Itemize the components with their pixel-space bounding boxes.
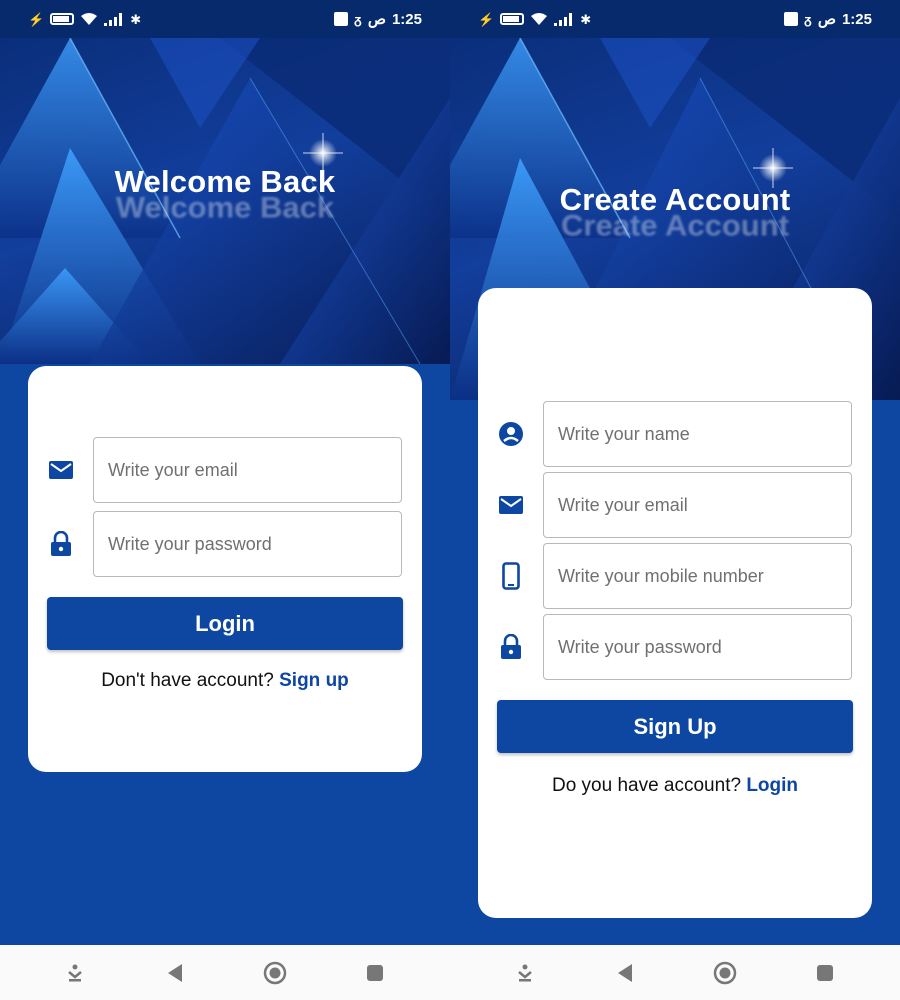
nav-down-icon[interactable] xyxy=(500,953,550,993)
charging-icon: ⚡ xyxy=(28,11,45,27)
status-arabic-indicator: ص xyxy=(367,11,386,28)
status-time: 1:25 xyxy=(841,10,872,28)
wifi-icon xyxy=(81,13,98,25)
password-field[interactable] xyxy=(543,614,852,680)
name-field[interactable] xyxy=(543,401,852,467)
email-field[interactable] xyxy=(543,472,852,538)
email-field[interactable] xyxy=(93,437,402,503)
navigation-bar xyxy=(450,945,900,1000)
password-row xyxy=(46,511,402,577)
login-link[interactable]: Login xyxy=(746,775,798,796)
account-circle-icon xyxy=(496,419,526,449)
charging-icon: ⚡ xyxy=(478,11,495,27)
mobile-row xyxy=(496,543,852,609)
wifi-icon xyxy=(531,13,548,25)
recents-icon[interactable] xyxy=(800,953,850,993)
notification-icon xyxy=(333,12,348,26)
login-prompt-text: Do you have account? xyxy=(551,775,742,796)
nav-down-icon[interactable] xyxy=(50,953,100,993)
home-icon[interactable] xyxy=(700,953,750,993)
mobile-field[interactable] xyxy=(543,543,852,609)
notification-icon xyxy=(783,12,798,26)
phone-icon xyxy=(496,561,526,591)
signup-card: Sign Up Do you have account? Login xyxy=(478,288,872,918)
back-icon[interactable] xyxy=(150,953,200,993)
signup-button[interactable]: Sign Up xyxy=(497,700,853,753)
sim-icon: ᵹ xyxy=(803,11,812,27)
signal-icon xyxy=(104,12,123,26)
sim-icon: ᵹ xyxy=(353,11,362,27)
name-row xyxy=(496,401,852,467)
status-time: 1:25 xyxy=(391,10,422,28)
home-icon[interactable] xyxy=(250,953,300,993)
lock-icon xyxy=(496,632,526,662)
page-title-reflection: Welcome Back xyxy=(115,190,335,225)
mail-icon xyxy=(46,455,76,485)
battery-icon xyxy=(50,13,75,25)
battery-icon xyxy=(500,13,525,25)
status-bar: ⚡ ✱ ᵹ ص 1:25 xyxy=(0,0,450,38)
signup-link[interactable]: Sign up xyxy=(279,670,349,691)
navigation-bar xyxy=(0,945,450,1000)
status-arabic-indicator: ص xyxy=(817,11,836,28)
back-icon[interactable] xyxy=(600,953,650,993)
email-row xyxy=(496,472,852,538)
bluetooth-icon: ✱ xyxy=(580,11,592,27)
status-bar: ⚡ ✱ ᵹ ص 1:25 xyxy=(450,0,900,38)
login-card: Login Don't have account? Sign up xyxy=(28,366,422,772)
mail-icon xyxy=(496,490,526,520)
signup-screen: ⚡ ✱ ᵹ ص 1:25 Create Account Create Accou… xyxy=(450,0,900,1000)
recents-icon[interactable] xyxy=(350,953,400,993)
bluetooth-icon: ✱ xyxy=(130,11,142,27)
lock-icon xyxy=(46,529,76,559)
password-row xyxy=(496,614,852,680)
page-title-reflection: Create Account xyxy=(561,208,789,243)
email-row xyxy=(46,437,402,503)
header-background: Welcome Back Welcome Back xyxy=(0,38,450,364)
login-prompt: Do you have account? Login xyxy=(478,775,872,797)
login-button[interactable]: Login xyxy=(47,597,403,650)
password-field[interactable] xyxy=(93,511,402,577)
signal-icon xyxy=(554,12,573,26)
signup-prompt-text: Don't have account? xyxy=(101,670,274,691)
login-screen: ⚡ ✱ ᵹ ص 1:25 Welcome Back Welcome Back W… xyxy=(0,0,450,1000)
app-screens: ⚡ ✱ ᵹ ص 1:25 Welcome Back Welcome Back W… xyxy=(0,0,900,1000)
signup-prompt: Don't have account? Sign up xyxy=(28,670,422,692)
